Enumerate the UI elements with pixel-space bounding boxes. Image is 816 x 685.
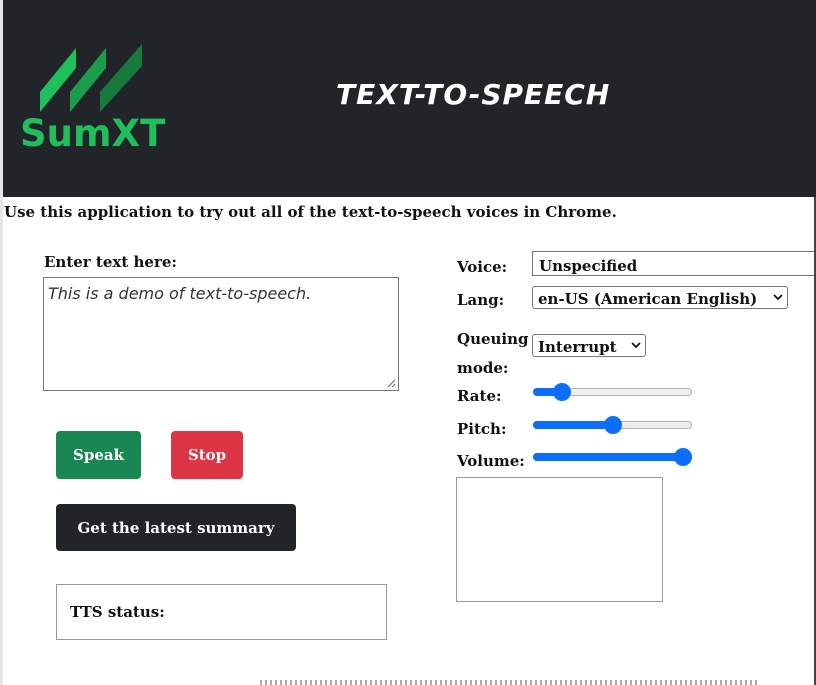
stop-button[interactable]: Stop: [171, 431, 243, 479]
text-input[interactable]: This is a demo of text-to-speech.: [43, 277, 399, 391]
voice-select-value: Unspecified: [539, 257, 638, 275]
slider-fill: [533, 421, 613, 429]
page-title: TEXT-TO-SPEECH: [336, 78, 611, 111]
lang-select[interactable]: en-US (American English): [532, 286, 788, 309]
lang-label: Lang:: [457, 291, 505, 309]
voice-label: Voice:: [457, 258, 508, 276]
voices-list-box[interactable]: [456, 477, 663, 602]
rate-label: Rate:: [457, 387, 502, 405]
chevron-down-icon: [631, 342, 641, 349]
queue-mode-label-line1: Queuing: [457, 330, 529, 348]
intro-text: Use this application to try out all of t…: [4, 203, 617, 221]
queue-mode-select-value: Interrupt: [538, 338, 617, 356]
queue-mode-select[interactable]: Interrupt: [532, 334, 646, 357]
text-input-label: Enter text here:: [44, 253, 177, 271]
header-bar: SumXT TEXT-TO-SPEECH: [3, 0, 816, 197]
slider-thumb[interactable]: [674, 448, 692, 466]
queue-mode-label: Queuing mode:: [457, 325, 529, 383]
resize-grip-icon[interactable]: [387, 379, 396, 388]
queue-mode-label-line2: mode:: [457, 359, 509, 377]
slider-thumb[interactable]: [603, 416, 622, 434]
slider-fill: [533, 453, 683, 461]
voice-select[interactable]: Unspecified: [532, 251, 816, 276]
get-summary-button[interactable]: Get the latest summary: [56, 504, 296, 551]
tts-status-label: TTS status:: [70, 603, 165, 621]
pitch-slider[interactable]: [533, 416, 692, 434]
slider-thumb[interactable]: [552, 383, 571, 401]
bottom-edge-artifact: [260, 680, 760, 685]
rate-slider[interactable]: [533, 383, 692, 401]
pitch-label: Pitch:: [457, 420, 507, 438]
volume-slider[interactable]: [533, 448, 692, 466]
text-input-value: This is a demo of text-to-speech.: [48, 284, 312, 303]
logo-text: SumXT: [20, 112, 166, 155]
speak-button[interactable]: Speak: [56, 431, 141, 479]
app-window: SumXT TEXT-TO-SPEECH Use this applicatio…: [0, 0, 816, 685]
tts-status-box: TTS status:: [56, 584, 387, 640]
chevron-down-icon: [773, 294, 783, 301]
lang-select-value: en-US (American English): [538, 290, 758, 308]
volume-label: Volume:: [457, 452, 525, 470]
